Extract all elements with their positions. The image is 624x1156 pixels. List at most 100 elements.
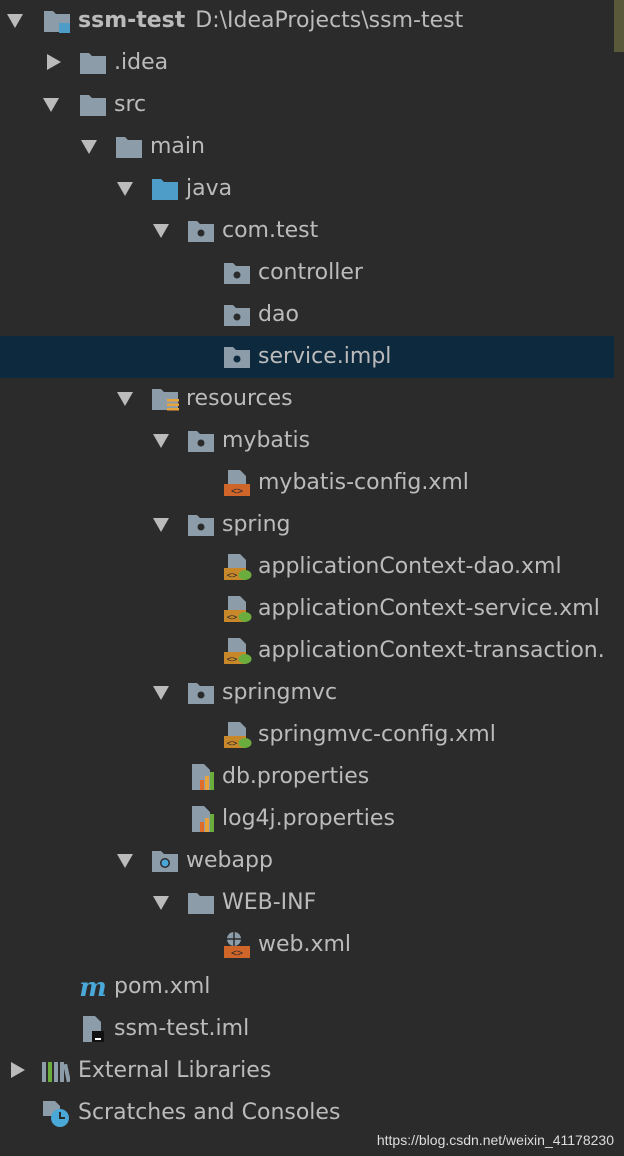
tree-item-label: dao — [258, 302, 299, 327]
scrollbar-thumb[interactable] — [614, 0, 624, 52]
tree-item-label: mybatis-config.xml — [258, 470, 469, 495]
tree-item-label: controller — [258, 260, 363, 285]
tree-item-label: .idea — [114, 50, 169, 75]
iml-file-icon — [83, 1016, 104, 1042]
expand-arrow-icon[interactable] — [114, 840, 136, 882]
vertical-scrollbar[interactable] — [614, 0, 624, 1156]
tree-item-label: src — [114, 92, 147, 117]
tree-item-app-service[interactable]: <> applicationContext-service.xml — [0, 588, 614, 630]
tree-item-label: mybatis — [222, 428, 311, 453]
tree-item-resources[interactable]: resources — [0, 378, 614, 420]
package-icon — [224, 263, 250, 284]
tree-item-idea[interactable]: .idea — [0, 42, 614, 84]
tree-item-mybatis-config[interactable]: <> mybatis-config.xml — [0, 462, 614, 504]
root-name: ssm-test — [78, 8, 186, 33]
libraries-icon — [42, 1062, 70, 1083]
tree-item-src[interactable]: src — [0, 84, 614, 126]
expand-arrow-icon[interactable] — [150, 504, 172, 546]
tree-item-log4j-properties[interactable]: log4j.properties — [0, 798, 614, 840]
folder-icon — [116, 137, 142, 158]
resources-folder-icon — [152, 389, 179, 411]
scratches-icon — [43, 1101, 69, 1127]
expand-arrow-icon[interactable] — [4, 0, 26, 42]
expand-arrow-icon[interactable] — [40, 84, 62, 126]
spring-xml-icon: <> — [224, 638, 252, 665]
svg-text:<>: <> — [227, 739, 238, 749]
tree-item-label: ssm-test.iml — [114, 1016, 250, 1041]
tree-item-com-test[interactable]: com.test — [0, 210, 614, 252]
tree-item-label: applicationContext-dao.xml — [258, 554, 562, 579]
expand-arrow-icon[interactable] — [150, 420, 172, 462]
svg-text:<>: <> — [231, 948, 243, 959]
tree-item-web-inf[interactable]: WEB-INF — [0, 882, 614, 924]
tree-item-label: db.properties — [222, 764, 370, 789]
properties-file-icon — [192, 806, 214, 832]
tree-item-label: WEB-INF — [222, 890, 317, 915]
svg-text:<>: <> — [231, 486, 243, 497]
tree-item-service-impl[interactable]: service.impl — [0, 336, 614, 378]
package-icon — [224, 305, 250, 326]
tree-item-pom[interactable]: m pom.xml — [0, 966, 614, 1008]
web-xml-icon: <> — [224, 932, 250, 959]
tree-item-external-libraries[interactable]: External Libraries — [0, 1050, 614, 1092]
tree-item-spring[interactable]: spring — [0, 504, 614, 546]
maven-icon: m — [79, 973, 107, 1002]
expand-arrow-icon[interactable] — [114, 378, 136, 420]
project-tree: ssm-test D:\IdeaProjects\ssm-test .idea s… — [0, 0, 614, 1134]
tree-item-label: webapp — [186, 848, 273, 873]
tree-item-scratches[interactable]: Scratches and Consoles — [0, 1092, 614, 1134]
package-icon — [188, 221, 214, 242]
collapse-arrow-icon[interactable] — [42, 42, 64, 84]
tree-item-db-properties[interactable]: db.properties — [0, 756, 614, 798]
tree-item-springmvc[interactable]: springmvc — [0, 672, 614, 714]
tree-item-web-xml[interactable]: <> web.xml — [0, 924, 614, 966]
svg-text:<>: <> — [227, 571, 238, 581]
tree-item-main[interactable]: main — [0, 126, 614, 168]
tree-item-label: spring — [222, 512, 291, 537]
folder-icon — [188, 893, 214, 914]
expand-arrow-icon[interactable] — [78, 126, 100, 168]
tree-item-label: com.test — [222, 218, 319, 243]
expand-arrow-icon[interactable] — [150, 882, 172, 924]
svg-text:m: m — [79, 973, 107, 1002]
tree-item-java[interactable]: java — [0, 168, 614, 210]
tree-item-app-dao[interactable]: <> applicationContext-dao.xml — [0, 546, 614, 588]
spring-xml-icon: <> — [224, 596, 252, 623]
package-icon — [224, 347, 250, 368]
tree-item-label: springmvc — [222, 680, 338, 705]
web-folder-icon — [152, 851, 178, 872]
collapse-arrow-icon[interactable] — [6, 1050, 28, 1092]
folder-icon — [80, 53, 106, 74]
tree-item-label: java — [186, 176, 233, 201]
tree-item-iml[interactable]: ssm-test.iml — [0, 1008, 614, 1050]
tree-item-springmvc-config[interactable]: <> springmvc-config.xml — [0, 714, 614, 756]
tree-item-controller[interactable]: controller — [0, 252, 614, 294]
folder-icon — [80, 95, 106, 116]
watermark: https://blog.csdn.net/weixin_41178230 — [376, 1132, 614, 1148]
tree-item-mybatis[interactable]: mybatis — [0, 420, 614, 462]
expand-arrow-icon[interactable] — [150, 672, 172, 714]
tree-item-label: Scratches and Consoles — [78, 1100, 341, 1125]
tree-item-label: springmvc-config.xml — [258, 722, 496, 747]
package-icon — [188, 515, 214, 536]
package-icon — [188, 431, 214, 452]
properties-file-icon — [192, 764, 214, 790]
expand-arrow-icon[interactable] — [150, 210, 172, 252]
svg-text:<>: <> — [227, 655, 238, 665]
xml-file-icon: <> — [224, 470, 250, 497]
package-icon — [188, 683, 214, 704]
tree-item-label: applicationContext-service.xml — [258, 596, 600, 621]
root-path: D:\IdeaProjects\ssm-test — [195, 8, 464, 33]
svg-text:<>: <> — [227, 613, 238, 623]
tree-item-ssm-test[interactable]: ssm-test D:\IdeaProjects\ssm-test — [0, 0, 614, 42]
tree-item-webapp[interactable]: webapp — [0, 840, 614, 882]
tree-item-label: service.impl — [258, 344, 392, 369]
source-folder-icon — [152, 179, 178, 200]
tree-item-label: resources — [186, 386, 293, 411]
module-folder-icon — [44, 11, 70, 33]
tree-item-dao[interactable]: dao — [0, 294, 614, 336]
expand-arrow-icon[interactable] — [114, 168, 136, 210]
tree-item-label: pom.xml — [114, 974, 211, 999]
spring-xml-icon: <> — [224, 554, 252, 581]
tree-item-app-transaction[interactable]: <> applicationContext-transaction. — [0, 630, 614, 672]
